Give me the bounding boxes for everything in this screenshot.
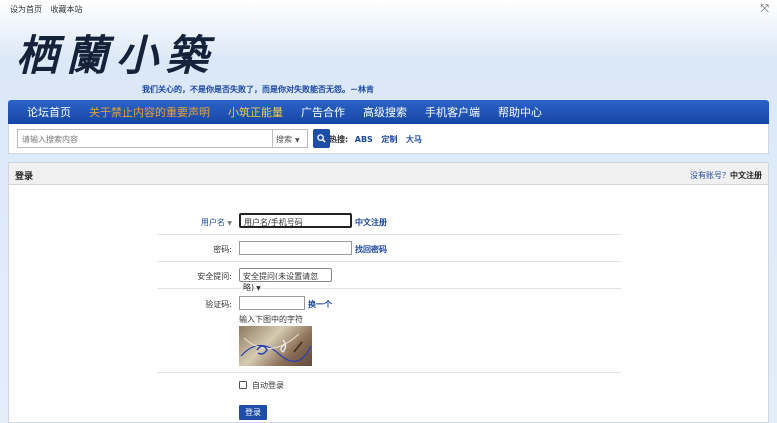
captcha-hint: 输入下图中的字符 <box>239 315 303 324</box>
set-homepage-link[interactable]: 设为首页 <box>10 5 42 14</box>
expand-arrows-icon[interactable]: ⤧ <box>760 2 769 16</box>
captcha-input[interactable] <box>239 296 305 310</box>
login-submit-button[interactable]: 登录 <box>239 405 267 420</box>
nav-item-home[interactable]: 论坛首页 <box>27 104 71 120</box>
hot-tag-malaysia[interactable]: 大马 <box>406 135 422 144</box>
top-bar: 设为首页 收藏本站 ⤧ <box>0 0 777 16</box>
nav-item-ads[interactable]: 广告合作 <box>301 104 345 120</box>
search-bar: 请输入搜索内容 搜索 ▼ 热搜: ABS 定制 大马 <box>8 124 769 154</box>
motto-text: 我们关心的，不是你是否失败了，而是你对失败能否无怨。－林肯 <box>142 85 374 94</box>
auto-login-checkbox[interactable] <box>239 381 247 389</box>
username-row: 用户名 ▼ 用户名/手机号码 中文注册 <box>157 208 621 235</box>
nav-item-positive-energy[interactable]: 小筑正能量 <box>228 104 283 120</box>
captcha-image[interactable] <box>239 326 312 366</box>
login-header: 登录 没有账号？中文注册 <box>9 163 768 185</box>
hot-search: 热搜: ABS 定制 大马 <box>329 134 428 145</box>
search-input[interactable]: 请输入搜索内容 <box>17 129 273 148</box>
hot-tag-abs[interactable]: ABS <box>355 135 373 144</box>
caret-down-icon: ▼ <box>227 220 232 227</box>
login-panel: 登录 没有账号？中文注册 用户名 ▼ 用户名/手机号码 中文注册 密码: 找回密… <box>8 162 769 423</box>
main-nav: 论坛首页 关于禁止内容的重要声明 小筑正能量 广告合作 高级搜索 手机客户端 帮… <box>8 100 769 124</box>
search-type-label: 搜索 <box>276 135 292 144</box>
auto-login-label[interactable]: 自动登录 <box>252 380 284 391</box>
top-links: 设为首页 收藏本站 <box>10 4 89 15</box>
nav-item-mobile-client[interactable]: 手机客户端 <box>425 104 480 120</box>
password-input[interactable] <box>239 241 352 255</box>
register-prompt: 没有账号？中文注册 <box>690 170 762 181</box>
chinese-register-link[interactable]: 中文注册 <box>730 171 762 180</box>
search-button[interactable] <box>313 129 330 148</box>
nav-item-advanced-search[interactable]: 高级搜索 <box>363 104 407 120</box>
caret-down-icon: ▼ <box>295 137 300 144</box>
login-title: 登录 <box>15 172 34 182</box>
security-question-label: 安全提问: <box>197 272 232 281</box>
magnifier-icon <box>317 134 326 143</box>
captcha-noise <box>240 333 312 362</box>
hot-search-label: 热搜: <box>329 135 349 144</box>
captcha-label: 验证码: <box>205 300 232 309</box>
username-label-text: 用户名 <box>200 218 225 227</box>
username-input[interactable]: 用户名/手机号码 <box>239 213 352 228</box>
bookmark-link[interactable]: 收藏本站 <box>51 5 83 14</box>
password-row: 密码: 找回密码 <box>157 235 621 262</box>
find-password-link[interactable]: 找回密码 <box>355 244 387 255</box>
captcha-row: 验证码: 换一个 输入下图中的字符 <box>157 289 621 373</box>
no-account-link[interactable]: 没有账号？ <box>690 171 730 180</box>
hot-tag-custom[interactable]: 定制 <box>381 135 397 144</box>
nav-item-prohibited-notice[interactable]: 关于禁止内容的重要声明 <box>89 104 210 120</box>
auto-login-row: 自动登录 <box>157 373 621 398</box>
nav-item-help[interactable]: 帮助中心 <box>498 104 542 120</box>
site-logo[interactable]: 栖蘭小築 <box>16 22 216 83</box>
security-row: 安全提问: 安全提问(未设置请忽略) ▼ <box>157 262 621 292</box>
search-type-select[interactable]: 搜索 ▼ <box>273 129 308 148</box>
username-register-link[interactable]: 中文注册 <box>355 217 387 228</box>
security-question-select[interactable]: 安全提问(未设置请忽略) ▼ <box>239 268 332 292</box>
username-label[interactable]: 用户名 ▼ <box>201 217 232 228</box>
captcha-change-link[interactable]: 换一个 <box>308 299 332 310</box>
password-label: 密码: <box>213 245 232 254</box>
